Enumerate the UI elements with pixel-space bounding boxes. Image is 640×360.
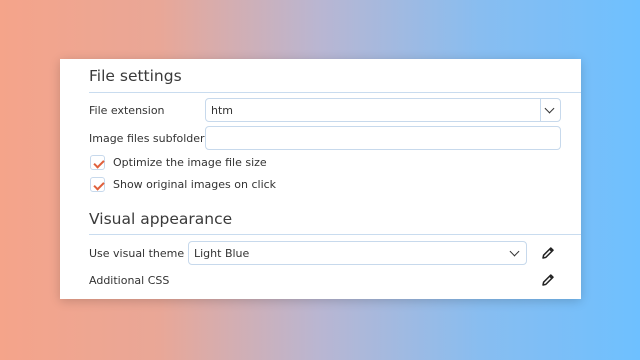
optimize-checkbox[interactable]	[90, 155, 105, 170]
file-extension-value: htm	[211, 104, 233, 117]
settings-panel: File settings File extension htm Image f…	[60, 59, 581, 299]
file-extension-select[interactable]: htm	[205, 98, 561, 122]
visual-appearance-title: Visual appearance	[89, 210, 233, 228]
check-icon	[92, 178, 105, 191]
chevron-down-icon	[509, 246, 520, 257]
additional-css-label: Additional CSS	[89, 274, 170, 287]
visual-theme-label: Use visual theme	[89, 247, 185, 260]
show-original-checkbox[interactable]	[90, 177, 105, 192]
file-extension-label: File extension	[89, 104, 165, 117]
visual-appearance-divider	[89, 234, 581, 235]
edit-theme-pencil-icon[interactable]	[540, 245, 556, 261]
show-original-label: Show original images on click	[113, 178, 277, 191]
check-icon	[92, 156, 105, 169]
visual-theme-select[interactable]: Light Blue	[188, 241, 527, 265]
file-extension-dropdown-button[interactable]	[540, 99, 560, 121]
image-subfolder-input[interactable]	[205, 126, 561, 150]
visual-theme-value: Light Blue	[194, 247, 250, 260]
image-subfolder-label: Image files subfolder	[89, 132, 205, 145]
edit-css-pencil-icon[interactable]	[540, 272, 556, 288]
optimize-label: Optimize the image file size	[113, 156, 267, 169]
file-settings-title: File settings	[89, 67, 182, 85]
file-settings-divider	[89, 92, 581, 93]
chevron-down-icon	[544, 103, 555, 114]
